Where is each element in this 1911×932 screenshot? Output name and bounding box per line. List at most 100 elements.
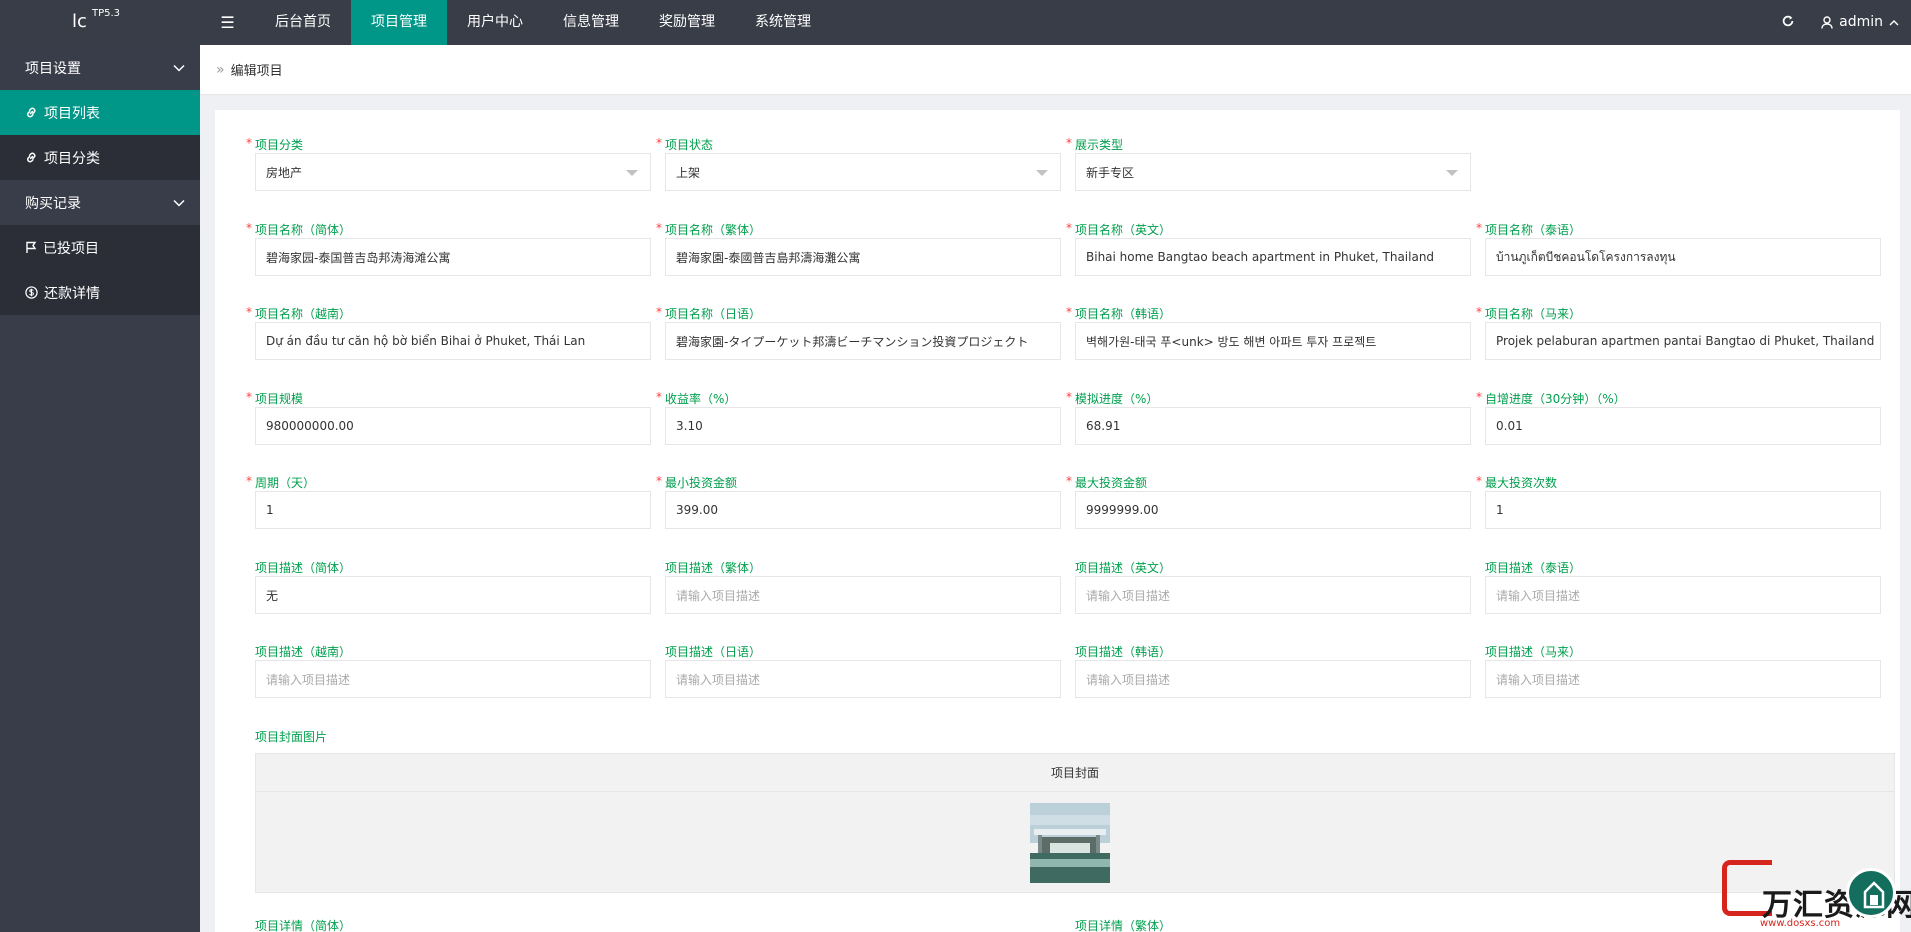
- field-label: 项目描述（日语）: [665, 645, 762, 659]
- min-investment-input[interactable]: 399.00: [665, 491, 1061, 529]
- field-label: 项目分类: [255, 138, 304, 152]
- user-icon: [1821, 16, 1833, 29]
- refresh-icon[interactable]: [1763, 0, 1813, 45]
- nav-item-project-management[interactable]: 项目管理: [351, 0, 447, 45]
- sidebar-item-project-category[interactable]: 项目分类: [0, 135, 200, 180]
- field-label: 项目名称（马来）: [1485, 307, 1582, 321]
- sidebar-group-purchase-records[interactable]: 购买记录: [0, 180, 200, 225]
- sidebar-item-repayment-details[interactable]: 还款详情: [0, 270, 200, 315]
- caret-down-icon: [626, 170, 638, 176]
- display-type-select[interactable]: 新手专区: [1075, 153, 1471, 191]
- name-japanese-input[interactable]: 碧海家園-タイプーケット邦濤ビーチマンション投資プロジェクト: [665, 322, 1061, 360]
- field-label: 模拟进度（%）: [1075, 392, 1159, 406]
- sidebar-group-label: 项目设置: [25, 60, 81, 77]
- field-label: 项目名称（日语）: [665, 307, 762, 321]
- chevron-up-icon: [1889, 20, 1899, 26]
- required-mark: *: [656, 305, 662, 319]
- desc-korean-input[interactable]: 请输入项目描述: [1075, 660, 1471, 698]
- sidebar-item-project-list[interactable]: 项目列表: [0, 90, 200, 135]
- desc-simplified-input[interactable]: 无: [255, 576, 651, 614]
- field-label: 项目描述（韩语）: [1075, 645, 1172, 659]
- name-korean-input[interactable]: 벽해가원-태국 푸<unk> 방도 해변 아파트 투자 프로젝트: [1075, 322, 1471, 360]
- sidebar-item-label: 已投项目: [43, 240, 99, 257]
- required-mark: *: [1476, 305, 1482, 319]
- project-category-select[interactable]: 房地产: [255, 153, 651, 191]
- field-label: 项目名称（泰语）: [1485, 223, 1582, 237]
- required-mark: *: [1066, 221, 1072, 235]
- required-mark: *: [246, 221, 252, 235]
- nav-item-user-center[interactable]: 用户中心: [447, 0, 543, 45]
- chevron-down-icon: [173, 199, 185, 207]
- simulated-progress-input[interactable]: 68.91: [1075, 407, 1471, 445]
- period-days-input[interactable]: 1: [255, 491, 651, 529]
- name-thai-input[interactable]: บ้านภูเก็ตบีชคอนโดโครงการลงทุน: [1485, 238, 1881, 276]
- yield-rate-input[interactable]: 3.10: [665, 407, 1061, 445]
- field-label: 项目名称（简体）: [255, 223, 352, 237]
- nav-item-system-management[interactable]: 系统管理: [735, 0, 831, 45]
- username: admin: [1839, 14, 1883, 30]
- logo: lc TP5.3: [0, 0, 200, 45]
- sidebar-item-label: 项目分类: [44, 150, 100, 167]
- name-simplified-input[interactable]: 碧海家园-泰国普吉岛邦涛海滩公寓: [255, 238, 651, 276]
- desc-malay-input[interactable]: 请输入项目描述: [1485, 660, 1881, 698]
- desc-japanese-input[interactable]: 请输入项目描述: [665, 660, 1061, 698]
- menu-toggle-icon[interactable]: ☰: [200, 0, 255, 45]
- logo-version: TP5.3: [92, 8, 121, 19]
- nav-item-reward-management[interactable]: 奖励管理: [639, 0, 735, 45]
- required-mark: *: [1066, 136, 1072, 150]
- select-value: 上架: [676, 165, 701, 180]
- project-status-select[interactable]: 上架: [665, 153, 1061, 191]
- watermark-logo: 万汇资源网 www.dosxs.com: [1722, 860, 1911, 932]
- name-english-input[interactable]: Bihai home Bangtao beach apartment in Ph…: [1075, 238, 1471, 276]
- caret-down-icon: [1446, 170, 1458, 176]
- field-label: 项目描述（简体）: [255, 561, 352, 575]
- required-mark: *: [246, 305, 252, 319]
- select-value: 新手专区: [1086, 165, 1135, 180]
- name-traditional-input[interactable]: 碧海家園-泰國普吉島邦濤海灘公寓: [665, 238, 1061, 276]
- dollar-circle-icon: [25, 286, 38, 299]
- field-label: 项目描述（英文）: [1075, 561, 1172, 575]
- field-label: 项目名称（繁体）: [665, 223, 762, 237]
- cover-image-thumbnail[interactable]: [1030, 803, 1110, 883]
- top-header: lc TP5.3 ☰ 后台首页 项目管理 用户中心 信息管理 奖励管理 系统管理…: [0, 0, 1911, 45]
- top-nav: ☰ 后台首页 项目管理 用户中心 信息管理 奖励管理 系统管理: [200, 0, 831, 45]
- auto-progress-input[interactable]: 0.01: [1485, 407, 1881, 445]
- user-menu[interactable]: admin: [1813, 0, 1911, 45]
- name-malay-input[interactable]: Projek pelaburan apartmen pantai Bangtao…: [1485, 322, 1881, 360]
- detail-simplified-label: 项目详情（简体）: [255, 919, 352, 932]
- link-icon: [27, 152, 36, 163]
- desc-thai-input[interactable]: 请输入项目描述: [1485, 576, 1881, 614]
- required-mark: *: [1066, 305, 1072, 319]
- cover-table-header: 项目封面: [256, 754, 1894, 792]
- desc-vietnamese-input[interactable]: 请输入项目描述: [255, 660, 651, 698]
- sidebar-group-project-settings[interactable]: 项目设置: [0, 45, 200, 90]
- sidebar-group-label: 购买记录: [25, 195, 81, 212]
- required-mark: *: [246, 390, 252, 404]
- field-label: 周期（天）: [255, 476, 316, 490]
- double-chevron-icon: »: [216, 61, 225, 78]
- desc-traditional-input[interactable]: 请输入项目描述: [665, 576, 1061, 614]
- sidebar: 项目设置 项目列表 项目分类 购买记录 已投项目 还款详情: [0, 45, 200, 932]
- sidebar-item-label: 还款详情: [44, 285, 100, 302]
- field-label: 项目描述（泰语）: [1485, 561, 1582, 575]
- required-mark: *: [1066, 474, 1072, 488]
- name-vietnamese-input[interactable]: Dự án đầu tư căn hộ bờ biển Bihai ở Phuk…: [255, 322, 651, 360]
- detail-traditional-label: 项目详情（繁体）: [1075, 919, 1172, 932]
- field-label: 项目名称（英文）: [1075, 223, 1172, 237]
- sidebar-item-invested-projects[interactable]: 已投项目: [0, 225, 200, 270]
- max-invest-times-input[interactable]: 1: [1485, 491, 1881, 529]
- field-label: 自增进度（30分钟）（%）: [1485, 392, 1626, 406]
- field-label: 项目描述（越南）: [255, 645, 352, 659]
- max-investment-input[interactable]: 9999999.00: [1075, 491, 1471, 529]
- nav-item-info-management[interactable]: 信息管理: [543, 0, 639, 45]
- desc-english-input[interactable]: 请输入项目描述: [1075, 576, 1471, 614]
- required-mark: *: [1066, 390, 1072, 404]
- edit-project-form: * 项目分类 房地产 * 项目状态 上架 * 展示类型 新手专区 * 项目名称（简体） …: [215, 110, 1900, 932]
- field-label: 收益率（%）: [665, 392, 737, 406]
- select-value: 房地产: [266, 165, 303, 180]
- logo-text: lc: [72, 11, 87, 32]
- link-icon: [27, 107, 36, 118]
- caret-down-icon: [1036, 170, 1048, 176]
- project-scale-input[interactable]: 980000000.00: [255, 407, 651, 445]
- nav-item-home[interactable]: 后台首页: [255, 0, 351, 45]
